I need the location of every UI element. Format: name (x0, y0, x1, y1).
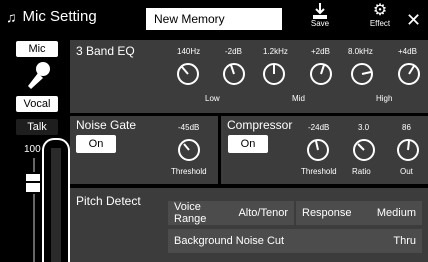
background-noise-cut-label: Background Noise Cut (174, 235, 285, 247)
eq-low-gain: -2dB (225, 47, 242, 56)
memory-name-field[interactable]: New Memory (146, 8, 282, 30)
compressor-threshold-knob[interactable] (306, 138, 330, 162)
tab-talk[interactable]: Talk (16, 119, 58, 135)
tab-mic[interactable]: Mic (16, 41, 58, 57)
microphone-icon (24, 60, 52, 90)
noise-gate-on-button[interactable]: On (76, 135, 116, 153)
background-noise-cut-setting[interactable]: Background Noise Cut Thru (168, 229, 422, 253)
save-button[interactable]: Save (300, 3, 340, 37)
voice-range-value: Alto/Tenor (238, 207, 288, 219)
compressor-threshold-value: -24dB (308, 123, 330, 132)
eq-high-freq-knob[interactable] (350, 62, 374, 86)
response-setting[interactable]: Response Medium (296, 201, 422, 225)
close-button[interactable]: ✕ (406, 10, 421, 31)
background-noise-cut-value: Thru (393, 235, 416, 247)
compressor-ratio-label: Ratio (352, 167, 371, 176)
slider-handle-grip (26, 181, 40, 183)
save-icon (313, 3, 327, 19)
eq-low-freq: 140Hz (177, 47, 201, 56)
gear-icon: ⚙ (372, 2, 388, 19)
eq-mid-label: Mid (292, 94, 305, 103)
compressor-ratio-value: 3.0 (358, 123, 370, 132)
compressor-out-value: 86 (402, 123, 411, 132)
eq-high-gain: +4dB (398, 47, 417, 56)
eq-mid-freq-knob[interactable] (262, 62, 286, 86)
compressor-out-knob[interactable] (396, 138, 420, 162)
eq-mid-gain: +2dB (311, 47, 330, 56)
noise-gate-threshold-knob[interactable] (177, 138, 201, 162)
level-value: 100 (24, 144, 41, 155)
level-meter (51, 148, 61, 262)
eq-mid-gain-knob[interactable] (309, 62, 333, 86)
response-value: Medium (376, 207, 416, 219)
noise-gate-threshold-label: Threshold (171, 167, 207, 176)
eq-title: 3 Band EQ (76, 44, 135, 58)
compressor-on-button[interactable]: On (228, 135, 268, 153)
compressor-title: Compressor (227, 118, 293, 132)
eq-high-freq: 8.0kHz (348, 47, 373, 56)
pitch-detect-title: Pitch Detect (76, 194, 141, 208)
effect-button[interactable]: ⚙ Effect (360, 3, 400, 37)
eq-mid-freq: 1.2kHz (263, 47, 288, 56)
noise-gate-title: Noise Gate (76, 118, 137, 132)
eq-low-gain-knob[interactable] (222, 62, 246, 86)
compressor-threshold-label: Threshold (301, 167, 337, 176)
eq-high-label: High (376, 94, 393, 103)
level-slider-handle[interactable] (24, 172, 42, 194)
eq-low-freq-knob[interactable] (176, 62, 200, 86)
eq-high-gain-knob[interactable] (397, 62, 421, 86)
response-label: Response (302, 207, 352, 219)
mic-note-icon: ♫ (6, 8, 17, 25)
voice-range-setting[interactable]: Voice Range Alto/Tenor (168, 201, 294, 225)
noise-gate-threshold-value: -45dB (178, 123, 200, 132)
page-title: ♫ Mic Setting (6, 8, 97, 25)
eq-low-label: Low (205, 94, 220, 103)
compressor-ratio-knob[interactable] (352, 138, 376, 162)
voice-range-label: Voice Range (174, 201, 207, 225)
compressor-out-label: Out (400, 167, 413, 176)
tab-vocal[interactable]: Vocal (16, 96, 58, 112)
